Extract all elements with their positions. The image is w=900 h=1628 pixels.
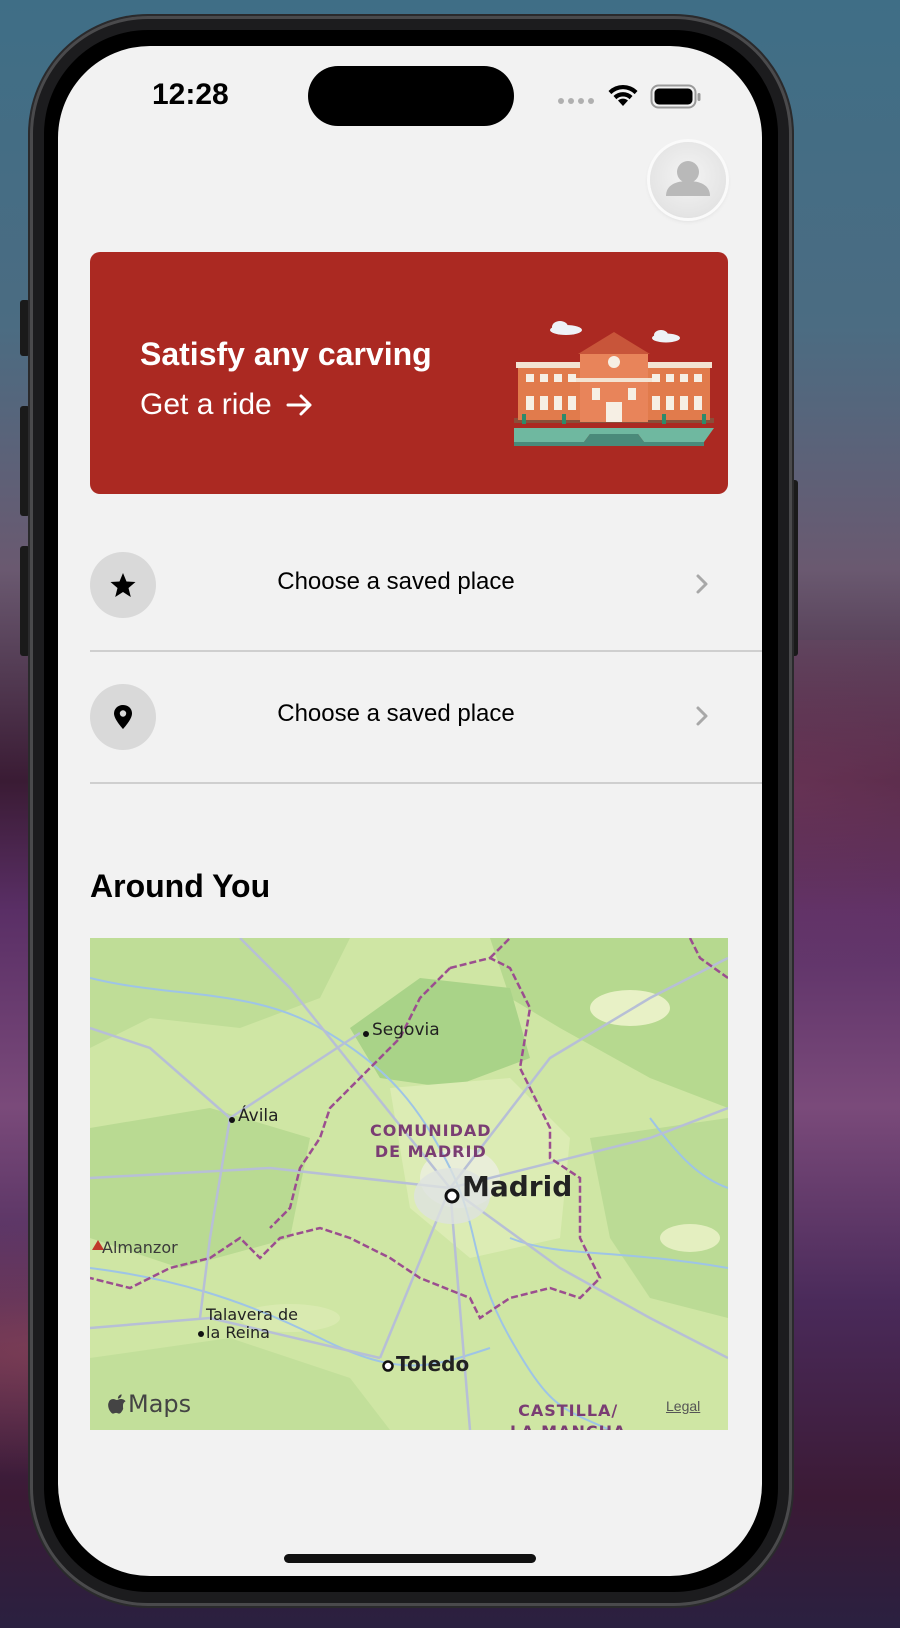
talavera-line-1: Talavera de [206, 1305, 298, 1324]
around-you-map[interactable]: Segovia Ávila Madrid Toledo Talavera de … [90, 938, 728, 1430]
map-label-almanzor: Almanzor [102, 1238, 178, 1257]
chevron-right-icon [696, 574, 708, 594]
talavera-line-2: la Reina [206, 1323, 270, 1342]
promo-cta-label: Get a ride [140, 388, 272, 421]
app-screen: 12:28 Satisfy any carving Get a ride Cho… [58, 46, 762, 1576]
avila-marker [229, 1117, 235, 1123]
map-label-avila: Ávila [238, 1106, 279, 1126]
region-castilla-line-2: LA MANCHA [510, 1421, 626, 1430]
saved-place-row-1[interactable]: Choose a saved place [90, 518, 762, 650]
dynamic-island [308, 66, 514, 126]
volume-up-button [20, 406, 30, 516]
saved-place-row-2[interactable]: Choose a saved place [90, 650, 762, 782]
volume-down-button [20, 546, 30, 656]
segovia-marker [363, 1031, 369, 1037]
ride-promo-card[interactable]: Satisfy any carving Get a ride [90, 252, 728, 494]
saved-place-label: Choose a saved place [277, 700, 515, 727]
madrid-marker [444, 1188, 460, 1204]
map-label-madrid: Madrid [462, 1170, 573, 1203]
region-madrid-line-2: DE MADRID [374, 1142, 487, 1161]
map-label-talavera: Talavera de la Reina [206, 1306, 298, 1342]
promo-title: Satisfy any carving [140, 336, 432, 372]
status-time: 12:28 [152, 78, 229, 111]
cellular-signal-icon [558, 98, 594, 104]
phone-frame: 12:28 Satisfy any carving Get a ride Cho… [30, 16, 792, 1606]
map-label-segovia: Segovia [372, 1020, 440, 1040]
map-label-toledo: Toledo [396, 1352, 470, 1376]
around-you-title: Around You [90, 868, 271, 904]
region-madrid-line-1: COMUNIDAD [370, 1121, 492, 1140]
apple-logo-icon [108, 1394, 126, 1414]
saved-place-label: Choose a saved place [277, 568, 515, 595]
apple-maps-logo: Maps [106, 1390, 191, 1418]
region-castilla-line-1: CASTILLA/ [518, 1401, 619, 1420]
map-legal-link[interactable]: Legal [666, 1398, 700, 1414]
person-icon [666, 161, 710, 196]
action-button [20, 300, 30, 356]
building-illustration [514, 321, 714, 446]
row-divider [90, 782, 762, 784]
battery-icon [650, 84, 701, 109]
map-region-madrid: COMUNIDAD DE MADRID [370, 1120, 492, 1162]
get-a-ride-link[interactable]: Get a ride [140, 388, 314, 422]
profile-avatar-button[interactable] [650, 142, 726, 218]
toledo-marker [382, 1360, 394, 1372]
arrow-right-icon [286, 394, 312, 416]
talavera-marker [198, 1331, 204, 1337]
maps-brand-text: Maps [128, 1390, 192, 1418]
chevron-right-icon [696, 706, 708, 726]
wifi-icon [608, 84, 638, 106]
map-region-castilla: CASTILLA/ LA MANCHA [510, 1400, 626, 1430]
home-indicator[interactable] [284, 1554, 536, 1563]
